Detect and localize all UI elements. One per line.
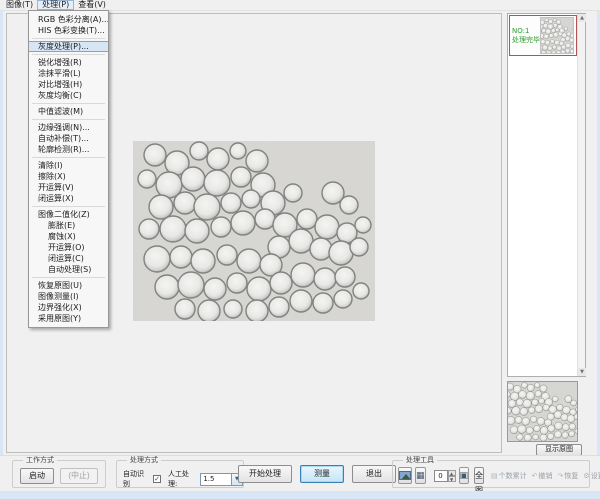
menu-item[interactable]: 擦除(X) (29, 171, 108, 182)
tools-group: 处理工具 ▦ 0 ▲▼ ▣ 全图 ▤个数累计↶撤销↷恢复⚙设置 (392, 460, 590, 488)
action-buttons: 开始处理测量退出 (238, 465, 396, 483)
spin-down-icon[interactable]: ▼ (448, 476, 456, 482)
bottom-toolbar: 工作方式 启动 (中止) 处理方式 自动识别 ✓ 人工处理: 1.5 ▼ 开始处… (0, 455, 600, 491)
grid-tool-button[interactable]: ▦ (415, 467, 426, 484)
menu-item[interactable]: 腐蚀(X) (29, 231, 108, 242)
menu-item[interactable]: 中值滤波(M) (29, 106, 108, 117)
menubar-item[interactable]: 处理(P) (37, 0, 74, 10)
menu-item[interactable]: 边界强化(X) (29, 302, 108, 313)
list-item-thumbnail (540, 17, 574, 54)
menu-separator (32, 54, 105, 55)
menu-item[interactable]: 涂抹平滑(L) (29, 68, 108, 79)
target-icon: ▣ (460, 471, 469, 481)
menu-item[interactable]: 开运算(V) (29, 182, 108, 193)
menu-separator (32, 103, 105, 104)
menu-item[interactable]: 锐化增强(R) (29, 57, 108, 68)
menu-item[interactable]: 自动补偿(T)... (29, 133, 108, 144)
process-mode-group: 处理方式 自动识别 ✓ 人工处理: 1.5 ▼ (116, 460, 244, 488)
list-item-text: NO:1 处理完毕 (510, 27, 540, 45)
menu-item[interactable]: 灰度均衡(C) (29, 90, 108, 101)
tools-group-label: 处理工具 (403, 456, 437, 465)
menu-item[interactable]: 自动处理(S) (29, 264, 108, 275)
menu-item[interactable]: 闭运算(X) (29, 193, 108, 204)
tool-label: ↷恢复 (558, 471, 579, 481)
tool-icon: ▤ (491, 472, 498, 480)
process-mode-group-label: 处理方式 (127, 456, 161, 465)
menu-item[interactable]: 膨胀(E) (29, 220, 108, 231)
manual-mode-label: 人工处理: (168, 469, 197, 489)
work-mode-group-label: 工作方式 (23, 456, 57, 465)
menu-item[interactable]: 采用原图(Y) (29, 313, 108, 324)
fit-view-button[interactable]: 全图 (474, 467, 484, 484)
tool-icon: ↷ (558, 472, 564, 480)
menu-separator (32, 119, 105, 120)
image-list[interactable]: NO:1 处理完毕 ▲ ▼ (507, 13, 586, 377)
scroll-up-icon[interactable]: ▲ (578, 14, 586, 22)
menu-item[interactable]: 轮廓检测(R)... (29, 144, 108, 155)
image-tool-button[interactable] (398, 467, 412, 484)
scroll-down-icon[interactable]: ▼ (578, 368, 586, 376)
grid-icon: ▦ (416, 471, 425, 481)
menu-item[interactable]: 闭运算(C) (29, 253, 108, 264)
start-button[interactable]: 启动 (20, 468, 54, 484)
action-button[interactable]: 测量 (300, 465, 344, 483)
menu-item[interactable]: 图像测量(I) (29, 291, 108, 302)
list-scrollbar[interactable]: ▲ ▼ (577, 14, 585, 376)
work-mode-group: 工作方式 启动 (中止) (12, 460, 106, 488)
list-item-number: NO:1 (512, 27, 540, 36)
menu-item[interactable]: 对比增强(H) (29, 79, 108, 90)
manual-mode-combobox[interactable]: 1.5 ▼ (200, 473, 243, 486)
tool-icon: ⚙ (583, 472, 589, 480)
tool-icon: ↶ (532, 472, 538, 480)
auto-mode-checkbox[interactable]: ✓ (153, 475, 161, 483)
specimen-image (133, 141, 375, 321)
particles-picture (133, 141, 375, 321)
menubar-item[interactable]: 查看(V) (74, 0, 110, 10)
list-item[interactable]: NO:1 处理完毕 (509, 15, 577, 56)
menu-item[interactable]: 开运算(O) (29, 242, 108, 253)
extra-tools: ▤个数累计 ↶撤销 ↷恢复 ⚙设置 (491, 471, 600, 481)
menu-separator (32, 157, 105, 158)
combobox-value: 1.5 (201, 475, 231, 483)
count-spinner[interactable]: 0 ▲▼ (434, 470, 456, 482)
menu-item[interactable]: 边缘强调(N)... (29, 122, 108, 133)
stop-button: (中止) (60, 468, 98, 484)
action-button[interactable]: 开始处理 (238, 465, 292, 483)
tool-label: ↶撤销 (532, 471, 553, 481)
menu-item[interactable]: 图像二值化(Z) (29, 209, 108, 220)
spinner-arrows[interactable]: ▲▼ (448, 470, 456, 482)
menu-item[interactable]: 恢复原图(U) (29, 280, 108, 291)
image-icon (399, 471, 411, 480)
menu-item[interactable]: 清除(I) (29, 160, 108, 171)
status-strip (0, 491, 600, 499)
menu-separator (32, 277, 105, 278)
menubar-item[interactable]: 图像(T) (2, 0, 37, 10)
tool-label: ▤个数累计 (491, 471, 527, 481)
tool-label: ⚙设置 (583, 471, 600, 481)
select-tool-button[interactable]: ▣ (459, 467, 470, 484)
menu-item[interactable]: HIS 色彩变换(T)... (29, 25, 108, 36)
menu-separator (32, 38, 105, 39)
action-button[interactable]: 退出 (352, 465, 396, 483)
menu-item[interactable]: RGB 色彩分离(A)... (29, 14, 108, 25)
auto-mode-label: 自动识别 (123, 469, 150, 489)
window-frame-left (0, 11, 3, 499)
menu-item[interactable]: 灰度处理(P)... (29, 41, 108, 52)
menu-separator (32, 206, 105, 207)
processing-menu: RGB 色彩分离(A)...HIS 色彩变换(T)... 灰度处理(P)... 锐化… (28, 10, 109, 328)
preview-thumbnail (507, 381, 578, 442)
list-item-status: 处理完毕 (512, 36, 540, 45)
count-value: 0 (434, 470, 448, 482)
